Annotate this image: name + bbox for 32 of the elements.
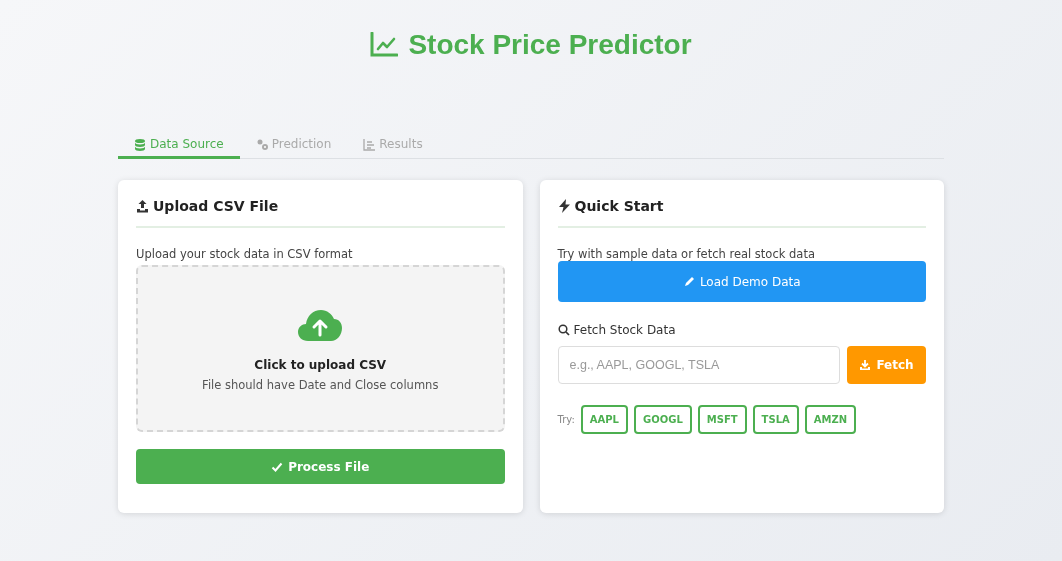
line-chart-icon (370, 32, 399, 58)
pencil-icon (682, 275, 695, 288)
ticker-chip[interactable]: AAPL (580, 405, 628, 434)
card-description: Upload your stock data in CSV format (136, 247, 354, 261)
checkmark-icon (271, 460, 284, 473)
ticker-chip[interactable]: AMZN (804, 405, 857, 434)
ticker-chip[interactable]: TSLA (752, 405, 799, 434)
lightning-icon (557, 199, 571, 213)
app-title: Stock Price Predictor (408, 29, 692, 61)
tab[interactable]: Data Source (118, 136, 240, 159)
tab[interactable]: Results (347, 136, 439, 159)
upload-icon (136, 199, 149, 213)
card-heading: Quick Start (574, 198, 664, 214)
ticker-chip[interactable]: MSFT (697, 405, 747, 434)
dropzone-hint: File should have Date and Close columns (202, 377, 439, 392)
dropzone-title: Click to upload CSV (254, 357, 387, 372)
try-label: Try: (557, 414, 575, 425)
tab[interactable]: Prediction (239, 136, 348, 159)
upload-dropzone[interactable]: Click to upload CSV File should have Date and Close columns (136, 265, 505, 432)
load-demo-button[interactable]: Load Demo Data (557, 261, 926, 302)
fetch-button[interactable]: Fetch (847, 346, 926, 384)
gears-icon (255, 137, 268, 151)
ticker-input-field[interactable]: e.g., AAPL, GOOGL, TSLA (557, 346, 840, 384)
ticker-chip[interactable]: GOOGL (634, 405, 692, 434)
search-icon (557, 324, 570, 336)
card-description: Try with sample data or fetch real stock data (557, 247, 816, 261)
process-file-button[interactable]: Process File (136, 449, 505, 484)
card-heading: Upload CSV File (153, 198, 279, 214)
list-icon (363, 137, 376, 151)
download-icon (859, 359, 872, 371)
section-label: Fetch Stock Data (573, 323, 676, 337)
database-icon (134, 137, 146, 151)
